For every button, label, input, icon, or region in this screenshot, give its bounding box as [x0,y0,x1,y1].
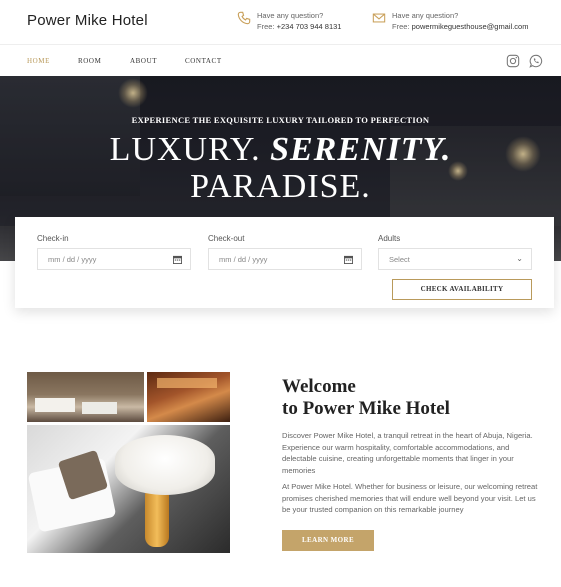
checkout-label: Check-out [208,234,245,243]
welcome-paragraph-2: At Power Mike Hotel. Whether for busines… [282,482,538,514]
hero-kicker: EXPERIENCE THE EXQUISITE LUXURY TAILORED… [131,115,430,125]
welcome-title-line2: to Power Mike Hotel [282,398,450,419]
email-label: Have any question? [392,11,459,20]
checkout-input[interactable]: mm / dd / yyyy [208,248,362,270]
email-prefix: Free: [392,22,410,31]
phone-label: Have any question? [257,11,324,20]
lounge-photo [147,372,230,422]
room-photo [27,372,144,422]
adults-label: Adults [378,234,401,243]
nav-item-about[interactable]: ABOUT [130,57,157,65]
checkout-placeholder: mm / dd / yyyy [219,255,268,264]
chevron-down-icon: ⌄ [516,254,523,263]
main-nav: HOME ROOM ABOUT CONTACT [0,44,561,76]
lamp-shade [115,435,215,495]
whatsapp-icon[interactable] [529,54,543,68]
phone-number[interactable]: +234 703 944 8131 [277,22,342,31]
welcome-title: Welcome to Power Mike Hotel [282,376,450,420]
email-address[interactable]: powermikeguesthouse@gmail.com [412,22,529,31]
bed-shape [82,402,117,414]
booking-form: Check-in mm / dd / yyyy Check-out mm / d… [15,217,554,308]
nav-item-home[interactable]: HOME [27,57,50,65]
adults-selected-value: Select [389,255,410,264]
nav-item-contact[interactable]: CONTACT [185,57,222,65]
welcome-title-line1: Welcome [282,376,356,397]
hero-word-luxury: LUXURY. [109,131,261,168]
gallery-collage [27,372,230,553]
mail-icon [372,13,386,23]
bed-shape [35,398,75,412]
phone-line: Free: +234 703 944 8131 [257,21,341,32]
adults-select[interactable]: Select ⌄ [378,248,532,270]
calendar-icon[interactable] [173,255,182,264]
email-line: Free: powermikeguesthouse@gmail.com [392,21,528,32]
nav-item-room[interactable]: ROOM [78,57,101,65]
welcome-paragraph-1: Discover Power Mike Hotel, a tranquil re… [282,431,533,475]
ceiling-light [157,378,217,388]
checkin-input[interactable]: mm / dd / yyyy [37,248,191,270]
phone-prefix: Free: [257,22,275,31]
phone-contact: Have any question? Free: +234 703 944 81… [237,10,341,32]
lamp-photo [27,425,230,553]
email-contact: Have any question? Free: powermikeguesth… [372,10,528,32]
checkin-label: Check-in [37,234,69,243]
hero-headline-line1: LUXURY. SERENITY. [0,132,561,168]
learn-more-button[interactable]: LEARN MORE [282,530,374,551]
checkin-placeholder: mm / dd / yyyy [48,255,97,264]
phone-icon [237,11,251,25]
check-availability-button[interactable]: CHECK AVAILABILITY [392,279,532,300]
top-bar: Power Mike Hotel Have any question? Free… [0,0,561,44]
hero-headline-line2: PARADISE. [190,168,371,205]
brand-logo[interactable]: Power Mike Hotel [27,12,148,29]
instagram-icon[interactable] [506,54,520,68]
hero-word-serenity: SERENITY. [270,131,452,168]
calendar-icon[interactable] [344,255,353,264]
